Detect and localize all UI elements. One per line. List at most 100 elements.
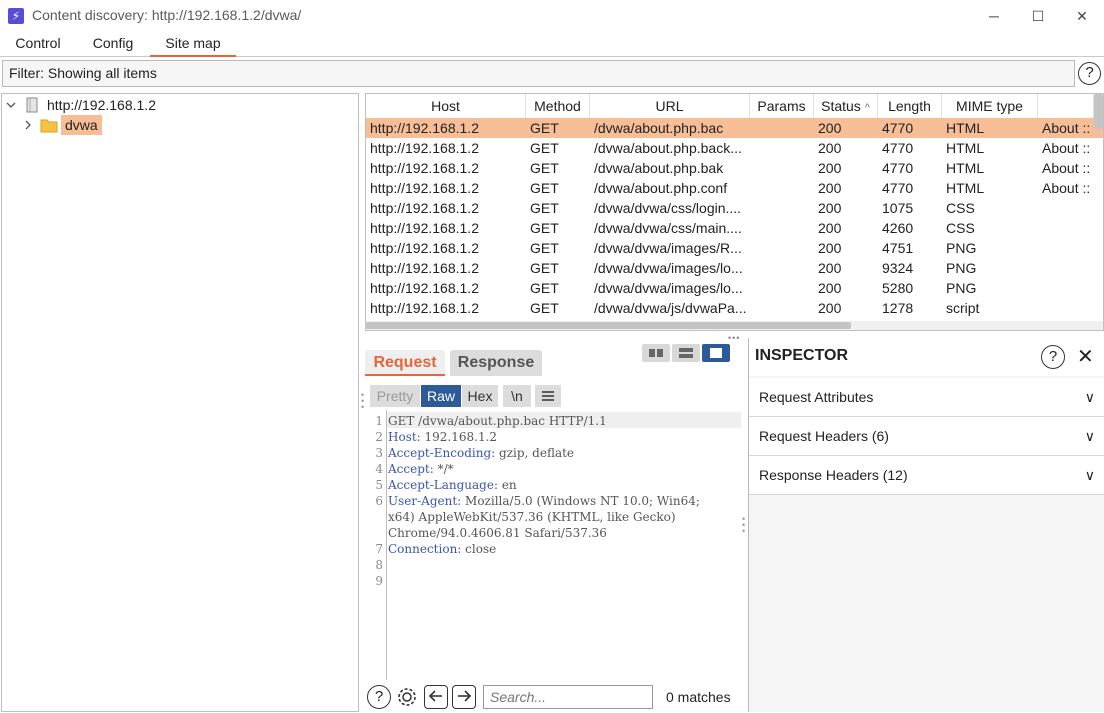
table-row[interactable]: http://192.168.1.2 GET/dvwa/dvwa/css/logi… (366, 198, 1103, 218)
table-row[interactable]: http://192.168.1.2 GET/dvwa/dvwa/images/R… (366, 238, 1103, 258)
line-number: 5 (375, 478, 383, 492)
table-row[interactable]: http://192.168.1.2 GET/dvwa/about.php.bak… (366, 158, 1103, 178)
tab-config[interactable]: Config (82, 32, 144, 57)
right-splitter-icon[interactable]: • • • (742, 515, 745, 536)
table-row[interactable]: http://192.168.1.2 GET/dvwa/about.php.bac… (366, 138, 1103, 158)
close-button[interactable]: ✕ (1060, 4, 1104, 28)
split-horizontal-view-button[interactable] (642, 344, 670, 362)
raw-button[interactable]: Raw (421, 385, 461, 407)
cell-params (754, 298, 812, 318)
newline-toggle-button[interactable]: \n (503, 385, 531, 407)
tab-request[interactable]: Request (365, 350, 445, 376)
table-row[interactable]: http://192.168.1.2 GET/dvwa/dvwa/images/l… (366, 258, 1103, 278)
close-inspector-icon[interactable]: ✕ (1077, 344, 1094, 369)
cell-status: 200 (818, 180, 842, 196)
help-icon[interactable]: ? (1078, 62, 1101, 85)
cell-method: GET (530, 160, 559, 176)
chevron-down-icon[interactable] (5, 99, 17, 111)
section-request-headers[interactable]: Request Headers (6) ∨ (749, 417, 1104, 456)
tab-control[interactable]: Control (6, 32, 70, 57)
search-input[interactable] (483, 685, 653, 709)
help-icon[interactable]: ? (367, 685, 391, 709)
table-row[interactable]: http://192.168.1.2 GET/dvwa/about.php.bac… (366, 118, 1103, 138)
minimize-button[interactable]: ─ (972, 4, 1016, 28)
code-line: Host: 192.168.1.2 (388, 430, 497, 444)
cell-status: 200 (818, 160, 842, 176)
section-request-attributes[interactable]: Request Attributes ∨ (749, 378, 1104, 417)
horizontal-scrollbar-thumb[interactable] (366, 322, 851, 329)
code-line: Accept-Encoding: gzip, deflate (388, 446, 574, 460)
tab-response[interactable]: Response (450, 350, 542, 376)
cell-mime: HTML (946, 180, 985, 196)
code-line: Accept-Language: en (388, 478, 517, 492)
code-line: GET /dvwa/about.php.bac HTTP/1.1 (388, 414, 607, 428)
column-header-params[interactable]: Params (750, 94, 814, 118)
cell-method: GET (530, 180, 559, 196)
cell-length: 4770 (882, 120, 914, 136)
cell-length: 1075 (882, 200, 914, 216)
cell-params (754, 178, 812, 198)
inspector-title: INSPECTOR (755, 347, 849, 364)
chevron-down-icon: ∨ (1084, 389, 1095, 405)
column-header-length[interactable]: Length (878, 94, 942, 118)
previous-match-button[interactable] (424, 685, 448, 709)
pretty-button[interactable]: Pretty (370, 385, 420, 407)
next-match-button[interactable] (452, 685, 476, 709)
table-row[interactable]: http://192.168.1.2 GET/dvwa/dvwa/images/l… (366, 278, 1103, 298)
lightning-icon: ⚡ (8, 8, 24, 24)
settings-gear-icon[interactable] (394, 684, 420, 713)
table-row[interactable]: http://192.168.1.2 GET/dvwa/dvwa/js/dvwaP… (366, 298, 1103, 318)
left-splitter-icon[interactable]: • • • (361, 391, 364, 412)
cell-length: 1278 (882, 300, 914, 316)
single-view-button[interactable] (702, 344, 730, 362)
split-vertical-view-button[interactable] (672, 344, 700, 362)
arrow-right-icon (457, 690, 471, 702)
cell-method: GET (530, 240, 559, 256)
table-row[interactable]: http://192.168.1.2 GET/dvwa/dvwa/css/main… (366, 218, 1103, 238)
cell-title: About :: (1042, 180, 1091, 196)
main-tabs: Control Config Site map (0, 32, 1104, 57)
code-line: Chrome/94.0.4606.81 Safari/537.36 (388, 526, 607, 540)
header-value: Mozilla/5.0 (Windows NT 10.0; Win64; (461, 494, 700, 508)
cell-method: GET (530, 120, 559, 136)
header-name: Connection: (388, 542, 462, 556)
cell-status: 200 (818, 200, 842, 216)
section-label: Response Headers (12) (759, 467, 908, 483)
line-number: 9 (375, 574, 383, 588)
chevron-right-icon[interactable] (22, 119, 34, 131)
cell-status: 200 (818, 240, 842, 256)
column-header-method[interactable]: Method (526, 94, 590, 118)
column-header-status[interactable]: Status ^ (814, 94, 878, 118)
column-header-mime[interactable]: MIME type (942, 94, 1038, 118)
cell-host: http://192.168.1.2 (370, 180, 479, 196)
hex-button[interactable]: Hex (462, 385, 498, 407)
maximize-button[interactable]: ☐ (1016, 4, 1060, 28)
header-value: gzip, deflate (495, 446, 575, 460)
section-response-headers[interactable]: Response Headers (12) ∨ (749, 456, 1104, 495)
inspector-help-icon[interactable]: ? (1041, 345, 1065, 369)
cell-url: /dvwa/dvwa/css/main.... (594, 220, 742, 236)
tab-site-map[interactable]: Site map (150, 32, 236, 57)
column-header-host[interactable]: Host (366, 94, 526, 118)
menu-button[interactable] (535, 385, 561, 407)
cell-method: GET (530, 280, 559, 296)
inspector-header: INSPECTOR ? ✕ (749, 338, 1104, 376)
code-line: Connection: close (388, 542, 496, 556)
cell-length: 4770 (882, 160, 914, 176)
cell-method: GET (530, 260, 559, 276)
tree-dvwa-label: dvwa (61, 115, 102, 135)
header-name: Accept-Encoding: (388, 446, 496, 460)
header-value: close (461, 542, 497, 556)
filter-bar[interactable]: Filter: Showing all items (2, 60, 1075, 87)
request-editor[interactable]: 1 GET /dvwa/about.php.bac HTTP/1.1 2 Host: … (361, 410, 745, 712)
vertical-scrollbar[interactable] (1094, 94, 1103, 129)
cell-status: 200 (818, 260, 842, 276)
site-map-tree: http://192.168.1.2 dvwa (1, 93, 359, 712)
column-header-title[interactable] (1038, 94, 1094, 118)
cell-mime: HTML (946, 160, 985, 176)
table-row[interactable]: http://192.168.1.2 GET/dvwa/about.php.con… (366, 178, 1103, 198)
status-header-label: Status (821, 98, 861, 114)
column-header-url[interactable]: URL (590, 94, 750, 118)
cell-method: GET (530, 140, 559, 156)
cell-params (754, 238, 812, 258)
